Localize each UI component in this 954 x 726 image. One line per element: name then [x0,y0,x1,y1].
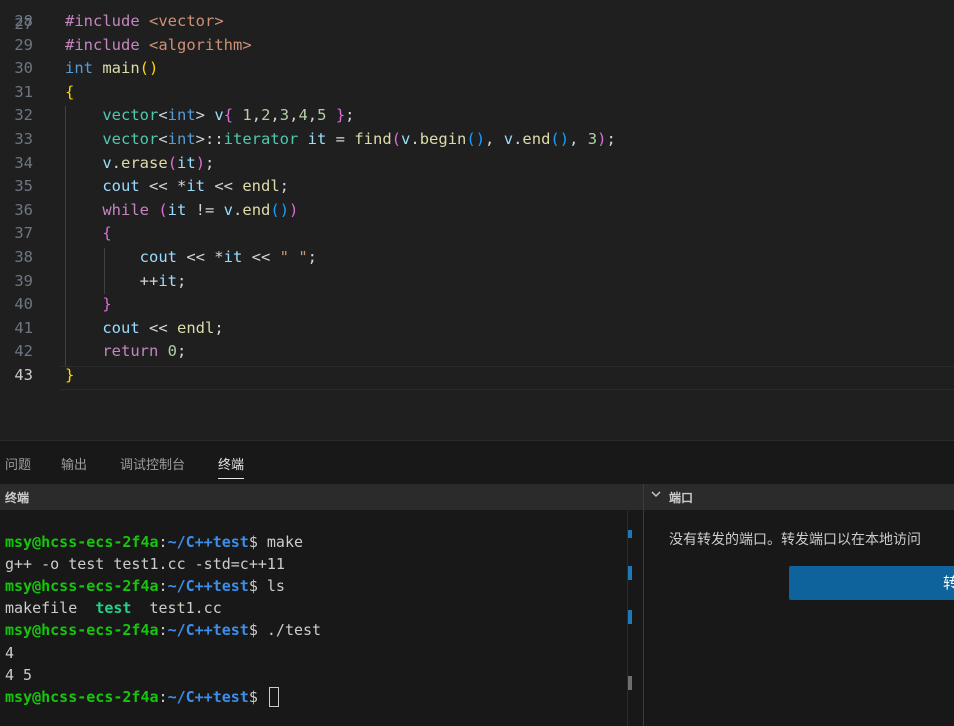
forward-port-button[interactable]: 转 [789,566,954,600]
line-number: 28 [14,12,33,30]
code-text: v.erase(it); [102,153,215,172]
code-line: 32 vector<int> v{ 1,2,3,4,5 }; [0,103,954,127]
ports-empty-message: 没有转发的端口。转发端口以在本地访问 [669,532,921,548]
code-text: cout << *it << endl; [102,177,289,196]
ports-header[interactable]: 端口 [644,484,954,510]
terminal-header-title: 终端 [5,491,30,505]
code-line: 36 while (it != v.end()) [0,198,954,222]
tab-output[interactable]: 输出 [61,454,87,478]
terminal-line: msy@hcss-ecs-2f4a:~/C++test$ ls [5,577,285,596]
code-line: 30 int main() [0,56,954,80]
code-editor[interactable]: 27 28 #include <vector> 29 #include <algori… [0,0,954,440]
prompt-user-host: msy@hcss-ecs-2f4a [5,621,159,640]
terminal-line: makefile test test1.cc [5,597,222,619]
code-line: 42 return 0; [0,339,954,363]
terminal-line: 4 5 [5,665,33,684]
code-line: 37 { [0,221,954,245]
terminal-line: 4 [5,643,15,662]
code-line: 28 #include <vector> [0,9,954,33]
code-text: return 0; [102,342,187,361]
line-number: 40 [14,295,33,314]
prompt-user-host: msy@hcss-ecs-2f4a [5,687,159,706]
prompt-path: ~/C++test [167,621,249,640]
code-line: 29 #include <algorithm> [0,33,954,57]
line-number: 33 [14,130,33,148]
scroll-marker [628,566,632,580]
terminal-line: msy@hcss-ecs-2f4a:~/C++test$ ./test [5,621,322,640]
code-text: { [102,224,112,243]
code-line: 33 vector<int>::iterator it = find(v.beg… [0,127,954,151]
terminal-scrollbar[interactable] [627,510,644,726]
line-number: 42 [14,342,33,361]
code-text: vector<int> v{ 1,2,3,4,5 }; [102,106,355,125]
prompt-command: $ ls [248,577,285,596]
line-number: 31 [14,82,33,101]
terminal-cursor [268,687,279,708]
tab-terminal[interactable]: 终端 [218,454,245,479]
prompt-path: ~/C++test [167,533,249,551]
line-number: 36 [14,200,33,219]
ports-header-title: 端口 [669,491,694,505]
prompt-user-host: msy@hcss-ecs-2f4a [5,577,159,596]
file-entry: test [95,599,150,618]
code-line: 39 ++it; [0,269,954,293]
prompt-path: ~/C++test [167,687,249,706]
file-entry: test1.cc [149,599,222,618]
code-text: #include <algorithm> [65,35,252,54]
scroll-marker [628,610,632,624]
code-line: 31 { [0,80,954,104]
chevron-down-icon [650,488,662,503]
line-number: 41 [14,318,33,337]
code-line: 41 cout << endl; [0,316,954,340]
line-number: 43 [14,366,33,384]
line-number: 30 [14,59,33,78]
code-line: 38 cout << *it << " "; [0,245,954,269]
code-text: while (it != v.end()) [102,200,299,219]
tab-problems[interactable]: 问题 [5,454,31,478]
prompt-path: ~/C++test [167,577,249,596]
prompt-command: $ [248,687,267,706]
line-number: 32 [14,106,33,125]
code-line: 35 cout << *it << endl; [0,174,954,198]
code-text: cout << endl; [102,318,224,337]
scroll-marker [628,530,632,538]
line-number: 35 [14,177,33,196]
line-number: 37 [14,224,33,243]
code-text: ++it; [65,271,187,290]
prompt-command: $ make [248,533,304,551]
code-line: 40 } [0,292,954,316]
code-text: } [102,295,112,314]
terminal-line: g++ -o test test1.cc -std=c++11 [5,555,285,574]
line-number: 38 [14,248,33,266]
ports-view: 端口 没有转发的端口。转发端口以在本地访问 转 [644,484,954,726]
file-entry: makefile [5,599,96,618]
tab-debug-console[interactable]: 调试控制台 [120,454,185,478]
panel-tab-bar: 问题 输出 调试控制台 终端 [0,440,954,485]
terminal-view[interactable]: msy@hcss-ecs-2f4a:~/C++test$ make g++ -o … [0,510,643,726]
terminal-line: msy@hcss-ecs-2f4a:~/C++test$ [5,686,279,708]
line-number: 34 [14,153,33,172]
terminal-header: 终端 [0,484,643,510]
prompt-user-host: msy@hcss-ecs-2f4a [5,533,159,551]
code-text: vector<int>::iterator it = find(v.begin(… [102,130,616,148]
code-text: int main() [65,59,159,78]
terminal-line: msy@hcss-ecs-2f4a:~/C++test$ make [5,533,304,551]
scroll-marker [628,676,632,690]
prompt-command: $ ./test [248,621,322,640]
code-text: { [65,82,75,101]
code-text: } [65,366,75,384]
line-number: 39 [14,271,33,290]
line-number: 29 [14,35,33,54]
code-text: #include <vector> [65,12,224,30]
code-line: 43} [0,363,954,387]
code-text: cout << *it << " "; [139,248,317,266]
code-line: 34 v.erase(it); [0,151,954,175]
